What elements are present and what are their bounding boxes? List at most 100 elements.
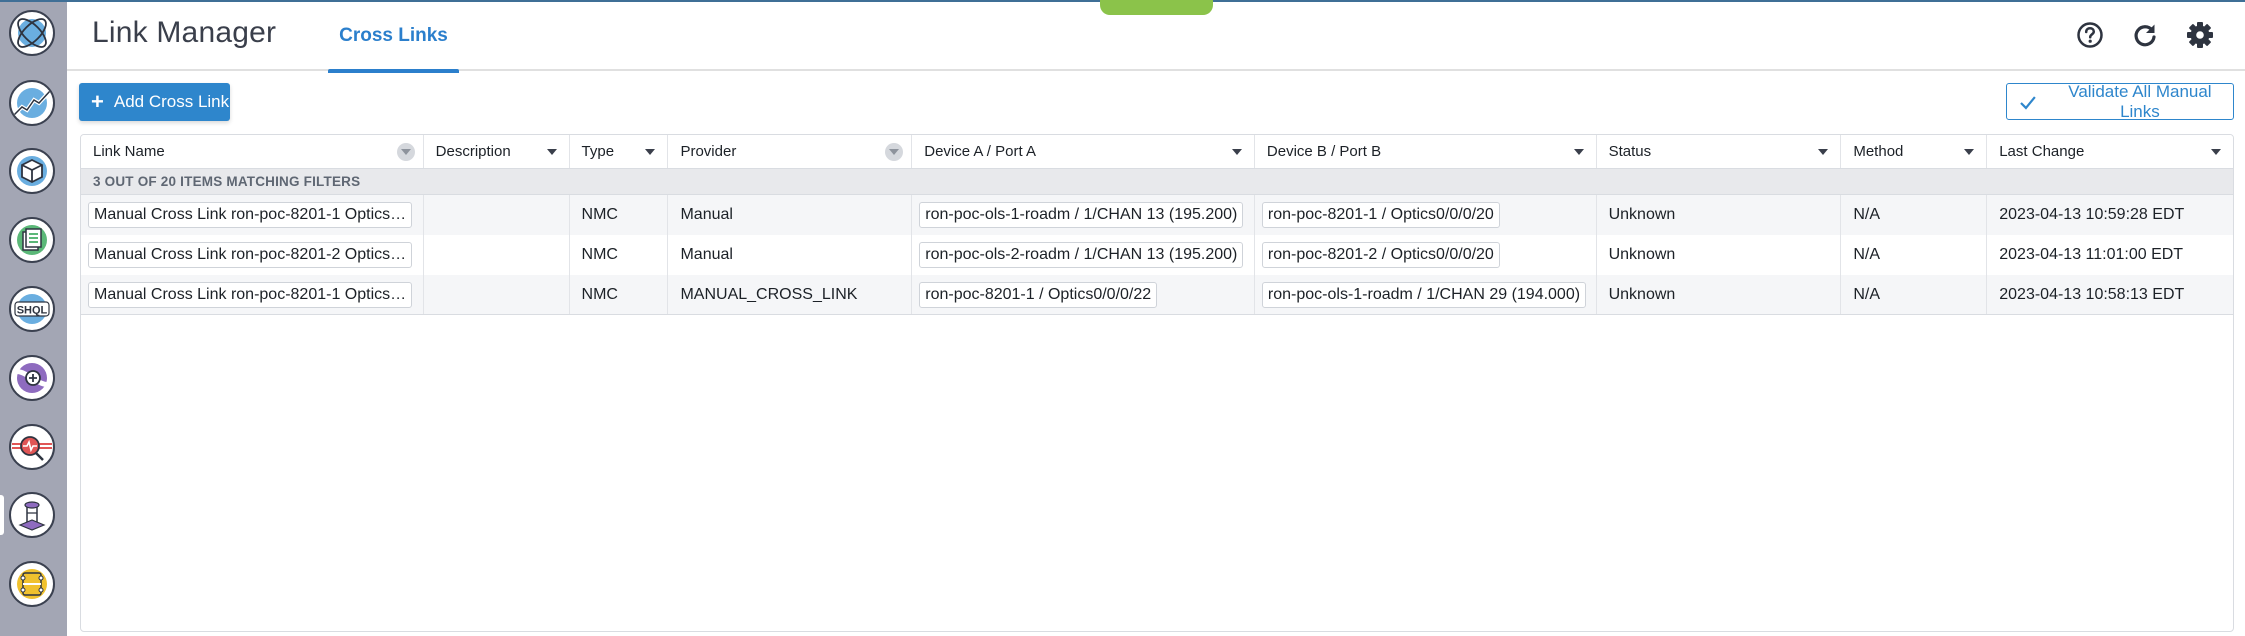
refresh-button[interactable] bbox=[2131, 21, 2159, 49]
add-cross-link-label: Add Cross Link bbox=[113, 92, 230, 111]
cell-device-b: ron-poc-8201-2 / Optics0/0/0/20 bbox=[1255, 235, 1597, 275]
column-label: Link Name bbox=[93, 143, 165, 160]
caret-down-icon[interactable] bbox=[1818, 149, 1829, 155]
sidebar-item-reports[interactable] bbox=[9, 217, 55, 263]
table-header: Link Name Description Type Provider Devi… bbox=[81, 135, 2233, 169]
caret-down-icon[interactable] bbox=[2210, 149, 2221, 155]
cube-icon bbox=[17, 156, 47, 186]
cell-device-b: ron-poc-8201-1 / Optics0/0/0/20 bbox=[1255, 195, 1597, 235]
gear-icon bbox=[2187, 22, 2213, 48]
cell-status: Unknown bbox=[1597, 235, 1842, 275]
column-label: Device B / Port B bbox=[1266, 143, 1382, 160]
cell-link-name: Manual Cross Link ron-poc-8201-1 Optics… bbox=[81, 275, 424, 315]
device-b-chip[interactable]: ron-poc-8201-1 / Optics0/0/0/20 bbox=[1261, 202, 1500, 228]
trend-chart-icon bbox=[12, 88, 52, 118]
cell-provider: Manual bbox=[668, 235, 913, 275]
column-header-status[interactable]: Status bbox=[1597, 135, 1842, 168]
app-title: Link Manager bbox=[92, 16, 277, 49]
validate-all-manual-links-button[interactable]: Validate All Manual Links bbox=[2006, 81, 2234, 121]
device-a-chip[interactable]: ron-poc-ols-2-roadm / 1/CHAN 13 (195.200… bbox=[919, 242, 1244, 268]
sidebar-item-monitor[interactable] bbox=[9, 424, 55, 470]
column-label: Type bbox=[581, 143, 615, 160]
cell-device-a: ron-poc-ols-2-roadm / 1/CHAN 13 (195.200… bbox=[912, 235, 1255, 275]
cell-link-name: Manual Cross Link ron-poc-8201-1 Optics… bbox=[81, 195, 424, 235]
cell-description bbox=[424, 195, 570, 235]
device-a-chip[interactable]: ron-poc-8201-1 / Optics0/0/0/22 bbox=[919, 282, 1158, 308]
cell-last-change: 2023-04-13 10:59:28 EDT bbox=[1999, 206, 2185, 223]
cell-method: N/A bbox=[1841, 235, 1988, 275]
column-label: Description bbox=[435, 143, 511, 160]
table-row[interactable]: Manual Cross Link ron-poc-8201-2 Optics…… bbox=[81, 235, 2233, 275]
active-indicator bbox=[0, 495, 4, 535]
cell-description bbox=[424, 275, 570, 315]
column-header-type[interactable]: Type bbox=[570, 135, 669, 168]
column-header-last-change[interactable]: Last Change bbox=[1987, 135, 2233, 168]
filter-match-count: 3 OUT OF 20 ITEMS MATCHING FILTERS bbox=[81, 169, 2233, 195]
cell-type: NMC bbox=[570, 235, 669, 275]
cell-provider: Manual bbox=[668, 195, 913, 235]
cell-device-a: ron-poc-ols-1-roadm / 1/CHAN 13 (195.200… bbox=[912, 195, 1255, 235]
globe-icon bbox=[17, 18, 47, 48]
cell-method: N/A bbox=[1841, 275, 1988, 315]
sidebar-item-home[interactable] bbox=[9, 10, 55, 56]
pulse-search-icon bbox=[12, 436, 52, 461]
device-b-chip[interactable]: ron-poc-ols-1-roadm / 1/CHAN 29 (194.000… bbox=[1261, 282, 1587, 308]
caret-down-icon[interactable] bbox=[1573, 149, 1584, 155]
help-button[interactable] bbox=[2076, 21, 2104, 49]
app-sidebar: SHQL bbox=[0, 0, 67, 636]
link-name-chip[interactable]: Manual Cross Link ron-poc-8201-1 Optics… bbox=[88, 282, 413, 308]
environment-pull-tab[interactable] bbox=[1100, 0, 1213, 15]
plus-icon: + bbox=[91, 89, 104, 114]
cell-method: N/A bbox=[1841, 195, 1988, 235]
filter-active-icon[interactable] bbox=[396, 143, 415, 161]
column-header-link-name[interactable]: Link Name bbox=[81, 135, 424, 168]
connection-plus-icon bbox=[13, 363, 51, 393]
sidebar-item-inventory[interactable] bbox=[9, 148, 55, 194]
column-header-provider[interactable]: Provider bbox=[668, 135, 913, 168]
column-header-device-a[interactable]: Device A / Port A bbox=[912, 135, 1255, 168]
cell-last-change: 2023-04-13 11:01:00 EDT bbox=[1999, 246, 2184, 263]
settings-button[interactable] bbox=[2186, 21, 2214, 49]
link-name-chip[interactable]: Manual Cross Link ron-poc-8201-2 Optics… bbox=[88, 242, 413, 268]
cell-device-a: ron-poc-8201-1 / Optics0/0/0/22 bbox=[912, 275, 1255, 315]
rows-end-divider bbox=[81, 314, 2233, 315]
checkmark-icon bbox=[2020, 95, 2036, 110]
table-row[interactable]: Manual Cross Link ron-poc-8201-1 Optics…… bbox=[81, 275, 2233, 315]
device-b-chip[interactable]: ron-poc-8201-2 / Optics0/0/0/20 bbox=[1261, 242, 1500, 268]
cell-status: Unknown bbox=[1597, 275, 1842, 315]
sidebar-item-add-connection[interactable] bbox=[9, 355, 55, 401]
column-label: Last Change bbox=[1999, 143, 2085, 160]
device-a-chip[interactable]: ron-poc-ols-1-roadm / 1/CHAN 13 (195.200… bbox=[919, 202, 1244, 228]
caret-down-icon[interactable] bbox=[546, 149, 557, 155]
cell-device-b: ron-poc-ols-1-roadm / 1/CHAN 29 (194.000… bbox=[1255, 275, 1597, 315]
cell-last-change: 2023-04-13 10:58:13 EDT bbox=[1999, 286, 2185, 303]
column-label: Method bbox=[1853, 143, 1904, 160]
filter-active-icon[interactable] bbox=[885, 143, 904, 161]
refresh-icon bbox=[2134, 24, 2156, 47]
cell-description bbox=[424, 235, 570, 275]
sidebar-item-link-manager[interactable] bbox=[9, 492, 55, 538]
column-header-device-b[interactable]: Device B / Port B bbox=[1255, 135, 1597, 168]
caret-down-icon[interactable] bbox=[1231, 149, 1242, 155]
cross-links-table: Link Name Description Type Provider Devi… bbox=[80, 134, 2234, 632]
sidebar-item-device[interactable] bbox=[9, 561, 55, 607]
sidebar-item-analytics[interactable] bbox=[9, 80, 55, 126]
shql-icon: SHQL bbox=[14, 294, 50, 324]
table-row[interactable]: Manual Cross Link ron-poc-8201-1 Optics…… bbox=[81, 195, 2233, 235]
column-header-method[interactable]: Method bbox=[1841, 135, 1988, 168]
tab-cross-links[interactable]: Cross Links bbox=[328, 0, 459, 73]
help-icon bbox=[2077, 22, 2103, 48]
caret-down-icon[interactable] bbox=[1964, 149, 1975, 155]
document-icon bbox=[17, 225, 47, 255]
column-label: Status bbox=[1608, 143, 1652, 160]
link-name-chip[interactable]: Manual Cross Link ron-poc-8201-1 Optics… bbox=[88, 202, 413, 228]
validate-label: Validate All Manual Links bbox=[2068, 81, 2212, 121]
cell-type: NMC bbox=[570, 195, 669, 235]
shql-label: SHQL bbox=[17, 305, 48, 317]
caret-down-icon[interactable] bbox=[645, 149, 656, 155]
column-header-description[interactable]: Description bbox=[424, 135, 570, 168]
add-cross-link-button[interactable]: + Add Cross Link bbox=[79, 83, 230, 121]
column-label: Provider bbox=[680, 143, 737, 160]
sidebar-item-shql[interactable]: SHQL bbox=[9, 286, 55, 332]
cell-status: Unknown bbox=[1597, 195, 1842, 235]
